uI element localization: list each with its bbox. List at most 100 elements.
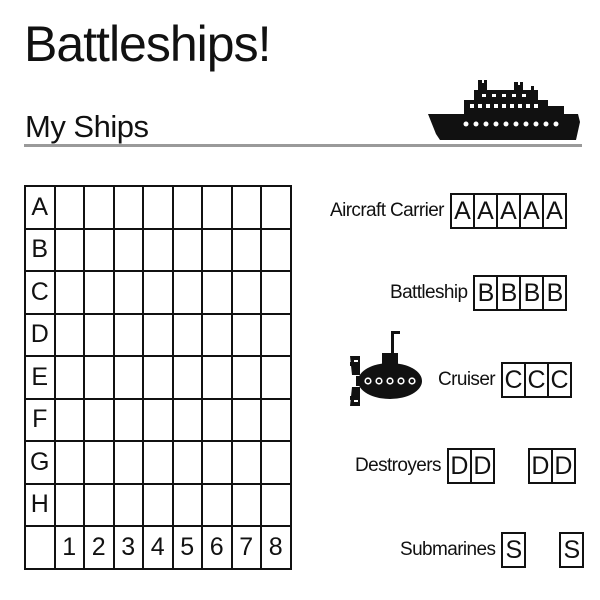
ship-box: A — [449, 193, 475, 229]
column-label-row: 12345678 — [24, 525, 292, 570]
board-cell[interactable] — [112, 312, 144, 357]
board-cell[interactable] — [171, 312, 203, 357]
board-cell[interactable] — [171, 270, 203, 315]
fleet-submarines: Submarines S S — [400, 532, 585, 568]
ship-box: B — [544, 275, 568, 311]
board-cell[interactable] — [53, 270, 85, 315]
board-cell[interactable] — [112, 270, 144, 315]
board-row: E — [24, 355, 292, 400]
aircraft-carrier-label: Aircraft Carrier — [330, 200, 445, 221]
board-cell[interactable] — [112, 227, 144, 272]
board-cell[interactable] — [230, 482, 262, 527]
board-cell[interactable] — [230, 185, 262, 230]
board-cell[interactable] — [171, 482, 203, 527]
board-cell[interactable] — [83, 312, 115, 357]
board-cell[interactable] — [260, 440, 292, 485]
row-label: H — [24, 482, 56, 527]
board-cell[interactable] — [112, 185, 144, 230]
board-cell[interactable] — [230, 312, 262, 357]
board-cell[interactable] — [142, 482, 174, 527]
board-cell[interactable] — [142, 355, 174, 400]
ship-box: A — [497, 193, 521, 229]
board-cell[interactable] — [83, 270, 115, 315]
board-cell[interactable] — [230, 355, 262, 400]
board-cell[interactable] — [260, 185, 292, 230]
board-row: A — [24, 185, 292, 230]
fleet-cruiser: Cruiser C C C — [438, 362, 573, 398]
board-cell[interactable] — [83, 482, 115, 527]
board-cell[interactable] — [53, 312, 85, 357]
board-cell[interactable] — [201, 185, 233, 230]
board-row: D — [24, 312, 292, 357]
board-cell[interactable] — [53, 185, 85, 230]
ship-box: C — [501, 362, 527, 398]
board-cell[interactable] — [230, 440, 262, 485]
column-label: 7 — [230, 525, 262, 570]
board-cell[interactable] — [142, 397, 174, 442]
board-cell[interactable] — [112, 482, 144, 527]
board-cell[interactable] — [83, 440, 115, 485]
board-cell[interactable] — [260, 227, 292, 272]
board-cell[interactable] — [230, 270, 262, 315]
board-cell[interactable] — [53, 355, 85, 400]
corner-cell — [24, 525, 56, 570]
board-cell[interactable] — [171, 397, 203, 442]
ship-box: B — [521, 275, 545, 311]
board-cell[interactable] — [53, 397, 85, 442]
ship-box: D — [446, 448, 472, 484]
board-cell[interactable] — [53, 440, 85, 485]
board-cell[interactable] — [83, 227, 115, 272]
board-cell[interactable] — [260, 312, 292, 357]
board-cell[interactable] — [142, 312, 174, 357]
column-label: 2 — [83, 525, 115, 570]
board-cell[interactable] — [201, 227, 233, 272]
board-cell[interactable] — [142, 270, 174, 315]
board-cell[interactable] — [142, 185, 174, 230]
board-cell[interactable] — [83, 397, 115, 442]
board-cell[interactable] — [53, 227, 85, 272]
battleship-label: Battleship — [390, 282, 468, 303]
board-cell[interactable] — [260, 397, 292, 442]
board-cell[interactable] — [201, 312, 233, 357]
aircraft-carrier-boxes: A A A A A — [449, 193, 567, 229]
board-cell[interactable] — [201, 397, 233, 442]
board-cell[interactable] — [201, 440, 233, 485]
board-cell[interactable] — [83, 355, 115, 400]
ship-box: B — [498, 275, 522, 311]
ship-box: C — [549, 362, 573, 398]
board-cell[interactable] — [112, 355, 144, 400]
cruiser-boxes: C C C — [501, 362, 573, 398]
board-cell[interactable] — [142, 440, 174, 485]
board-cell[interactable] — [53, 482, 85, 527]
board-cell[interactable] — [230, 227, 262, 272]
board-cell[interactable] — [112, 397, 144, 442]
column-label: 3 — [112, 525, 144, 570]
column-label: 8 — [260, 525, 292, 570]
ship-box: D — [527, 448, 553, 484]
board-cell[interactable] — [260, 355, 292, 400]
column-label: 6 — [201, 525, 233, 570]
ship-box: A — [474, 193, 498, 229]
page-title: Battleships! — [24, 16, 271, 72]
board-cell[interactable] — [83, 185, 115, 230]
board-cell[interactable] — [201, 482, 233, 527]
board-cell[interactable] — [142, 227, 174, 272]
fleet-battleship: Battleship B B B B — [390, 275, 568, 311]
fleet-destroyers: Destroyers D D D D — [355, 448, 576, 484]
column-label: 1 — [53, 525, 85, 570]
ship-icon — [428, 78, 580, 140]
board-cell[interactable] — [171, 185, 203, 230]
submarines-label: Submarines — [400, 539, 496, 560]
board-cell[interactable] — [260, 482, 292, 527]
board-cell[interactable] — [112, 440, 144, 485]
board-cell[interactable] — [260, 270, 292, 315]
board-cell[interactable] — [201, 270, 233, 315]
board-cell[interactable] — [230, 397, 262, 442]
board-cell[interactable] — [171, 227, 203, 272]
divider — [24, 144, 582, 147]
row-label: G — [24, 440, 56, 485]
board-cell[interactable] — [171, 355, 203, 400]
board-cell[interactable] — [171, 440, 203, 485]
submarine-2-boxes: S — [559, 532, 585, 568]
board-cell[interactable] — [201, 355, 233, 400]
